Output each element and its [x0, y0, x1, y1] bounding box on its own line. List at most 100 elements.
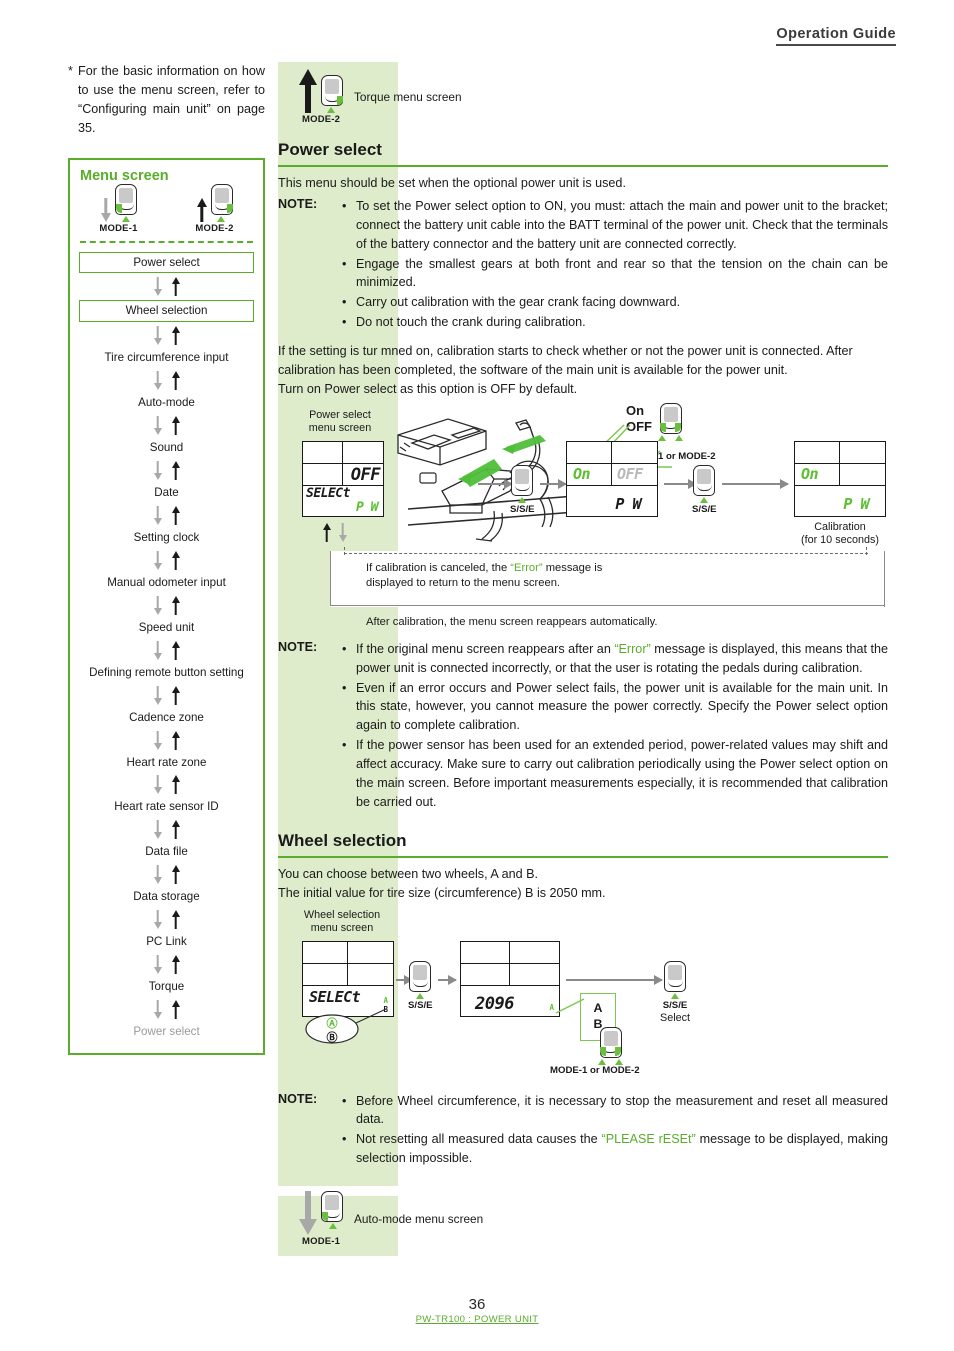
menu-item-heart-rate-sensor-id[interactable]: Heart rate sensor ID	[78, 798, 255, 816]
arrow-up-icon	[171, 820, 180, 840]
menu-item-speed-unit[interactable]: Speed unit	[78, 619, 255, 637]
menu-arrow-pair	[78, 682, 255, 709]
menu-flow-list: Power select Wheel selection Tire circumfe…	[78, 251, 255, 1041]
menu-item-setting-clock[interactable]: Setting clock	[78, 529, 255, 547]
arrow-up-icon	[171, 685, 180, 705]
menu-item-data-file[interactable]: Data file	[78, 843, 255, 861]
menu-item-torque[interactable]: Torque	[78, 978, 255, 996]
lcd-calibration: On P W	[794, 440, 886, 517]
menu-item-date[interactable]: Date	[78, 484, 255, 502]
error-cancel-note-line1: If calibration is canceled, the “Error” …	[366, 561, 603, 574]
arrow-up-icon	[171, 730, 180, 750]
device-icon	[664, 960, 686, 999]
menu-item-heart-rate-zone[interactable]: Heart rate zone	[78, 754, 255, 772]
lcd1-select-text: SELECt	[306, 485, 350, 501]
mode-2-label: MODE-2	[195, 222, 234, 234]
note-label: NOTE:	[278, 1091, 318, 1106]
menu-item-pc-link[interactable]: PC Link	[78, 933, 255, 951]
menu-arrow-pair	[78, 502, 255, 529]
menu-arrow-pair	[78, 457, 255, 484]
device-icon	[693, 464, 716, 503]
arrow-down-icon	[153, 955, 162, 975]
menu-arrow-pair	[78, 861, 255, 888]
power-select-intro: This menu should be set when the optiona…	[278, 176, 626, 190]
after-calibration-note: After calibration, the menu screen reapp…	[366, 615, 658, 628]
device-icon	[409, 960, 432, 999]
arrow-down-icon	[153, 326, 162, 346]
sse-select-label: Select	[660, 1011, 691, 1024]
lcd1-arrow-pair	[322, 522, 347, 542]
page-footer: 36 PW-TR100 : POWER UNIT	[0, 1296, 954, 1325]
dash-tick-left	[344, 546, 346, 555]
lcd2-pw-text: P W	[615, 494, 641, 513]
note-item: • Even if an error occurs and Power selec…	[342, 679, 888, 736]
note-label: NOTE:	[278, 196, 318, 211]
wheel-sse-button-1: S/S/E	[408, 960, 433, 1011]
wheel-selection-line-2: The initial value for tire size (circumf…	[278, 885, 606, 900]
menu-arrow-pair	[78, 367, 255, 394]
note-text: If the power sensor has been used for an…	[356, 738, 888, 809]
mode-1-down-cell: MODE-1	[298, 1191, 343, 1247]
menu-arrow-pair	[78, 547, 255, 574]
menu-item-auto-mode[interactable]: Auto-mode	[78, 394, 255, 412]
lcd1-pw-text: P W	[356, 499, 378, 515]
auto-mode-screen-label: Auto-mode menu screen	[354, 1212, 484, 1227]
arrow-down-icon	[153, 775, 162, 795]
torque-mode-label: MODE-2	[302, 114, 341, 125]
wheel-lcd-caption: Wheel selection menu screen	[303, 908, 381, 935]
note-text: Not resetting all measured data causes t…	[356, 1132, 889, 1166]
error-loop-right-edge	[884, 550, 886, 607]
wheel-flow-arrow-2	[566, 974, 663, 985]
wheel-mode-device	[598, 1026, 623, 1065]
lcd2-on-value: On	[573, 464, 591, 483]
menu-item-wheel-selection[interactable]: Wheel selection	[79, 300, 254, 323]
lcd1-off-value: OFF	[350, 464, 381, 485]
device-icon	[321, 75, 343, 113]
lcd-marker-a: A	[383, 995, 388, 1005]
arrow-up-icon	[171, 595, 180, 615]
arrow-up-icon	[171, 775, 180, 795]
right-column: MODE-2 Torque menu screen Power select T…	[278, 62, 888, 1247]
note-list: • Before Wheel circumference, it is neces…	[342, 1092, 888, 1170]
torque-flow-row: MODE-2 Torque menu screen	[278, 62, 888, 132]
wheel-callout-leader	[555, 997, 585, 1014]
device-icon	[211, 183, 233, 222]
arrow-up-icon	[171, 506, 180, 525]
menu-arrow-pair	[78, 727, 255, 754]
lcd1-caption: Power select menu screen	[308, 408, 372, 435]
lcd-wheel-value: 2096	[475, 993, 514, 1014]
arrow-down-icon	[153, 506, 162, 525]
arrow-down-icon	[153, 416, 162, 436]
flow-arrow-1	[478, 478, 513, 489]
note-text: If the original menu screen reappears af…	[356, 641, 889, 675]
bullet-icon: •	[342, 295, 347, 310]
menu-item-power-select[interactable]: Power select	[79, 251, 254, 274]
menu-arrow-pair	[78, 951, 255, 978]
arrow-up-icon	[171, 461, 180, 481]
menu-arrow-pair	[78, 273, 255, 300]
note-item: • If the original menu screen reappears a…	[342, 640, 888, 678]
menu-item-defining-remote-button-setting[interactable]: Defining remote button setting	[78, 664, 255, 682]
arrow-up-icon	[171, 371, 180, 391]
menu-item-cadence-zone[interactable]: Cadence zone	[78, 709, 255, 727]
wheel-flow-arrow-1b	[438, 974, 457, 985]
ab-marker-callout: Ⓐ Ⓑ	[305, 1008, 387, 1044]
menu-item-manual-odometer-input[interactable]: Manual odometer input	[78, 574, 255, 592]
lcd-wheel-select-text: SELECt	[309, 987, 361, 1006]
note-list: • To set the Power select option to ON, y…	[342, 197, 888, 333]
mode-2-up-cell: MODE-2	[298, 69, 343, 125]
note-item: • If the power sensor has been used for a…	[342, 736, 888, 812]
menu-item-tire-circumference-input[interactable]: Tire circumference input	[78, 349, 255, 367]
auto-mode-flow-row: MODE-1 Auto-mode menu screen	[278, 1191, 888, 1247]
note-label: NOTE:	[278, 639, 318, 654]
arrow-up-icon	[171, 910, 180, 930]
arrow-up-icon	[171, 999, 180, 1019]
bullet-icon: •	[342, 1093, 347, 1108]
menu-item-power-select[interactable]: Power select	[78, 1023, 255, 1041]
menu-item-sound[interactable]: Sound	[78, 439, 255, 457]
flow-arrow-1b	[540, 478, 567, 489]
mode-1-cell: MODE-1	[88, 183, 150, 234]
arrow-up-icon	[171, 416, 180, 436]
menu-item-data-storage[interactable]: Data storage	[78, 888, 255, 906]
error-cancel-note: If calibration is canceled, the “Error” …	[366, 561, 696, 591]
